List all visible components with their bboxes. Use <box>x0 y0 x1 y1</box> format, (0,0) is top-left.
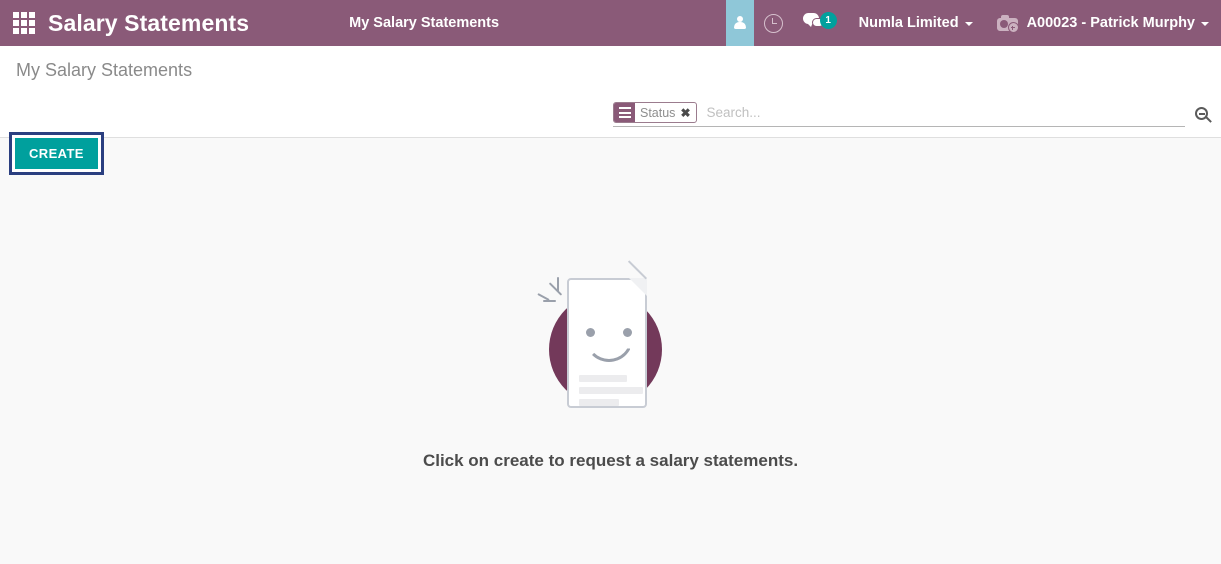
activities-button[interactable] <box>754 0 793 46</box>
smile-curve <box>584 338 633 362</box>
user-account-menu[interactable]: A00023 - Patrick Murphy <box>985 0 1221 46</box>
search-area: Status ✖ <box>613 102 1221 127</box>
filter-lines-icon[interactable] <box>614 103 635 122</box>
person-icon <box>733 16 746 30</box>
chat-bubble-icon: 1 <box>802 12 837 34</box>
search-facet-label: Status <box>640 105 676 120</box>
create-button[interactable]: CREATE <box>15 138 98 169</box>
camera-add-icon <box>996 15 1019 33</box>
top-navbar: Salary Statements My Salary Statements 1… <box>0 0 1221 46</box>
user-name: A00023 - Patrick Murphy <box>1026 15 1195 31</box>
navbar-spacer <box>499 0 726 46</box>
apps-menu-button[interactable] <box>0 0 48 46</box>
search-button[interactable] <box>1185 107 1221 127</box>
content-area: Click on create to request a salary stat… <box>0 138 1221 564</box>
messaging-badge-count: 1 <box>819 12 837 29</box>
company-switcher[interactable]: Numla Limited <box>847 0 985 46</box>
apps-grid-icon <box>13 12 35 34</box>
sparkle-ray <box>556 277 559 292</box>
navbar-right-group: 1 Numla Limited A00023 - Patrick Murphy <box>725 0 1221 46</box>
page-title: My Salary Statements <box>16 60 193 80</box>
messaging-button[interactable]: 1 <box>793 0 847 46</box>
search-input[interactable] <box>702 102 1185 123</box>
document-shape <box>566 260 647 408</box>
search-icon <box>1195 107 1212 123</box>
create-button-highlight: CREATE <box>9 132 104 175</box>
eye-right <box>622 328 632 337</box>
breadcrumb-item-my-salary-statements[interactable]: My Salary Statements <box>349 15 499 31</box>
clock-icon <box>763 13 783 33</box>
sparkle-ray <box>548 282 562 296</box>
breadcrumb: My Salary Statements <box>277 0 499 46</box>
company-name: Numla Limited <box>858 15 959 31</box>
search-box[interactable]: Status ✖ <box>613 102 1185 127</box>
chevron-down-icon <box>964 22 973 26</box>
smiling-document-icon <box>491 260 731 433</box>
user-menu-button[interactable] <box>725 0 754 46</box>
close-x-icon[interactable]: ✖ <box>679 103 695 122</box>
control-panel: My Salary Statements CREATE Status ✖ <box>0 46 1221 175</box>
empty-state-message: Click on create to request a salary stat… <box>422 451 799 470</box>
search-facet-status[interactable]: Status ✖ <box>613 102 697 123</box>
eye-left <box>585 328 595 337</box>
chevron-down-icon <box>1201 22 1209 26</box>
app-brand-title[interactable]: Salary Statements <box>48 0 277 46</box>
